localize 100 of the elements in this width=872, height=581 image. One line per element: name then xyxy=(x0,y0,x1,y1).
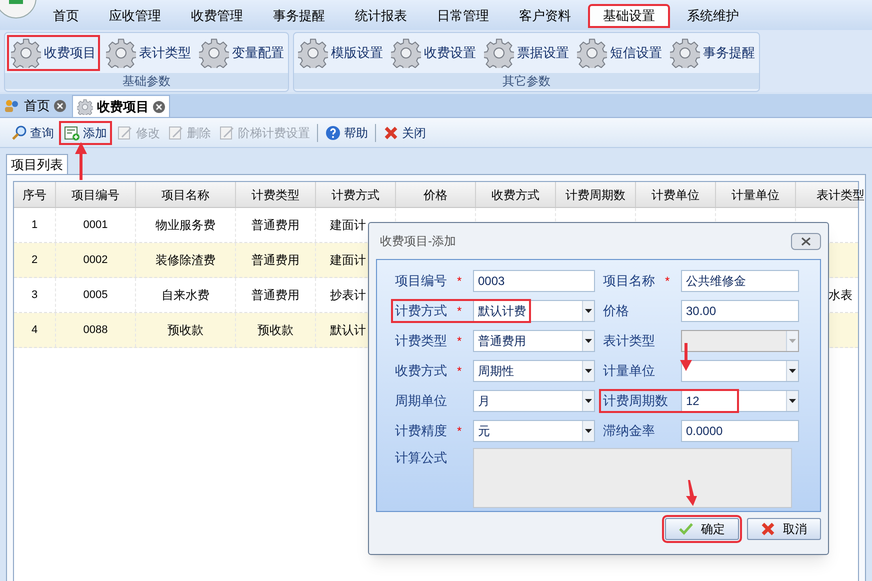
dropdown-arrow-icon xyxy=(585,339,592,343)
menu-tab[interactable]: 收费管理 xyxy=(178,4,256,28)
panel-tab[interactable]: 项目列表 xyxy=(6,154,68,174)
users-icon xyxy=(4,99,20,113)
required-mark: * xyxy=(457,363,462,380)
table-cell-text: 建面计 xyxy=(330,252,366,269)
gear-icon xyxy=(199,38,229,68)
close-tab-icon[interactable] xyxy=(153,100,165,112)
gear-icon xyxy=(391,38,421,68)
dropdown-field[interactable]: 12 xyxy=(681,390,799,412)
field-label: 计费方式 xyxy=(395,302,448,320)
ribbon-button[interactable]: 短信设置 xyxy=(575,35,664,71)
dropdown-field[interactable]: 月 xyxy=(473,390,595,412)
dropdown-field[interactable] xyxy=(681,360,799,382)
input-field[interactable]: 公共维修金 xyxy=(681,270,799,292)
required-mark: * xyxy=(665,273,670,290)
close-button[interactable] xyxy=(791,232,821,250)
edit-icon xyxy=(117,124,133,140)
table-cell-text: 4 xyxy=(31,322,38,338)
required-mark: * xyxy=(457,333,462,350)
ribbon-button[interactable]: 模版设置 xyxy=(296,35,385,71)
column-header[interactable]: 序号 xyxy=(14,182,56,207)
column-header[interactable]: 计量单位 xyxy=(716,182,796,207)
dropdown-field[interactable]: 元 xyxy=(473,420,595,442)
toolbar-button[interactable]: 关闭 xyxy=(380,120,429,144)
menu-tab[interactable]: 事务提醒 xyxy=(260,4,338,28)
table-cell-text: 0002 xyxy=(83,252,108,268)
menu-tab[interactable]: 日常管理 xyxy=(424,4,502,28)
dropdown-field[interactable]: 普通费用 xyxy=(473,330,595,352)
help-icon xyxy=(325,124,341,140)
input-field[interactable]: 0.0000 xyxy=(681,420,799,442)
formula-field[interactable] xyxy=(473,448,792,508)
gear-icon xyxy=(670,38,700,68)
field-value: 元 xyxy=(478,423,490,440)
input-field[interactable]: 30.00 xyxy=(681,300,799,322)
ribbon-button[interactable]: 变量配置 xyxy=(197,35,286,71)
field-label: 计费类型 xyxy=(395,332,448,350)
table-cell-text: 0088 xyxy=(83,322,108,338)
field-label: 收费方式 xyxy=(395,362,448,380)
ribbon-group-title: 基础参数 xyxy=(5,73,288,89)
gear-icon xyxy=(298,38,328,68)
menu-tab[interactable]: 应收管理 xyxy=(96,4,174,28)
dropdown-arrow-icon xyxy=(585,369,592,373)
field-label: 表计类型 xyxy=(603,332,656,350)
toolbar-button[interactable]: 查询 xyxy=(8,120,57,144)
required-mark: * xyxy=(457,273,462,290)
table-cell-text: 普通费用 xyxy=(252,287,300,304)
gear-icon xyxy=(77,98,93,114)
document-tab[interactable]: 收费项目 xyxy=(72,95,170,117)
column-header[interactable]: 价格 xyxy=(396,182,476,207)
table-cell-text: 预收款 xyxy=(258,322,294,339)
ribbon-button[interactable]: 票据设置 xyxy=(482,35,571,71)
table-cell-text: 普通费用 xyxy=(252,217,300,234)
dialog-button[interactable]: 确定 xyxy=(665,518,739,540)
toolbar-button[interactable]: 添加 xyxy=(59,120,112,144)
menu-tab[interactable]: 基础设置 xyxy=(588,4,670,28)
dropdown-arrow-icon xyxy=(585,399,592,403)
ribbon-group-title: 其它参数 xyxy=(294,73,759,89)
column-header[interactable]: 表计类型 xyxy=(796,182,872,207)
field-label: 价格 xyxy=(603,302,630,320)
field-value: 月 xyxy=(478,393,490,410)
ribbon-button[interactable]: 事务提醒 xyxy=(668,35,757,71)
column-header[interactable]: 计费方式 xyxy=(316,182,396,207)
menu-tab[interactable]: 统计报表 xyxy=(342,4,420,28)
toolbar-button[interactable]: 帮助 xyxy=(322,120,371,144)
dropdown-field[interactable]: 周期性 xyxy=(473,360,595,382)
menu-tab[interactable]: 首页 xyxy=(40,4,92,28)
field-label: 计费周期数 xyxy=(603,392,669,410)
column-header[interactable]: 计费周期数 xyxy=(556,182,636,207)
column-header[interactable]: 计费单位 xyxy=(636,182,716,207)
dropdown-field[interactable]: 默认计费 xyxy=(473,300,595,322)
close-icon xyxy=(800,236,812,246)
table-cell-text: 预收款 xyxy=(168,322,204,339)
table-cell-text: 0005 xyxy=(83,288,108,303)
gear-icon xyxy=(577,38,607,68)
annotation-arrow xyxy=(680,343,692,371)
table-cell-text: 3 xyxy=(31,288,38,303)
field-value: 公共维修金 xyxy=(686,273,746,290)
ribbon-button[interactable]: 收费项目 xyxy=(7,35,100,71)
field-value: 12 xyxy=(686,393,700,410)
required-mark: * xyxy=(457,303,462,320)
dialog-button[interactable]: 取消 xyxy=(747,518,821,540)
column-header[interactable]: 收费方式 xyxy=(476,182,556,207)
close-tab-icon[interactable] xyxy=(54,100,66,112)
table-cell-text: 0001 xyxy=(83,218,108,233)
document-tab[interactable]: 首页 xyxy=(0,95,70,117)
gear-icon xyxy=(484,38,514,68)
dialog-title: 收费项目-添加 xyxy=(380,233,456,250)
table-cell-text: 默认计 xyxy=(330,322,366,339)
ribbon-button[interactable]: 表计类型 xyxy=(104,35,193,71)
column-header[interactable]: 项目名称 xyxy=(136,182,236,207)
menu-tab[interactable]: 客户资料 xyxy=(506,4,584,28)
field-value: 0.0000 xyxy=(686,423,723,440)
column-header[interactable]: 计费类型 xyxy=(236,182,316,207)
check-icon xyxy=(679,523,693,535)
menu-tab[interactable]: 系统维护 xyxy=(674,4,752,28)
ribbon-button[interactable]: 收费设置 xyxy=(389,35,478,71)
field-label: 计算公式 xyxy=(395,449,448,467)
column-header[interactable]: 项目编号 xyxy=(56,182,136,207)
input-field[interactable]: 0003 xyxy=(473,270,595,292)
